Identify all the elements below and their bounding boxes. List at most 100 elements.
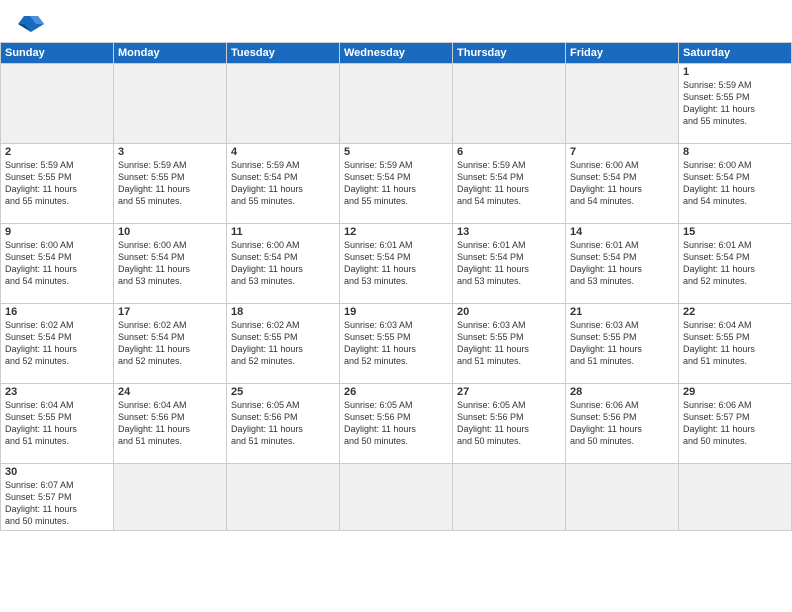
calendar-header-row: SundayMondayTuesdayWednesdayThursdayFrid… [1, 43, 792, 64]
calendar-cell [340, 464, 453, 531]
calendar-header-friday: Friday [566, 43, 679, 64]
calendar-cell [114, 464, 227, 531]
calendar-cell: 27Sunrise: 6:05 AM Sunset: 5:56 PM Dayli… [453, 384, 566, 464]
calendar-cell [114, 64, 227, 144]
day-number: 26 [344, 386, 448, 398]
logo [16, 12, 46, 34]
day-number: 27 [457, 386, 561, 398]
day-number: 4 [231, 146, 335, 158]
day-info: Sunrise: 6:00 AM Sunset: 5:54 PM Dayligh… [570, 159, 674, 208]
day-info: Sunrise: 6:00 AM Sunset: 5:54 PM Dayligh… [683, 159, 787, 208]
logo-icon [16, 12, 46, 34]
calendar-cell: 30Sunrise: 6:07 AM Sunset: 5:57 PM Dayli… [1, 464, 114, 531]
day-info: Sunrise: 6:06 AM Sunset: 5:56 PM Dayligh… [570, 399, 674, 448]
calendar-cell: 26Sunrise: 6:05 AM Sunset: 5:56 PM Dayli… [340, 384, 453, 464]
day-number: 5 [344, 146, 448, 158]
day-info: Sunrise: 6:02 AM Sunset: 5:55 PM Dayligh… [231, 319, 335, 368]
header [0, 0, 792, 42]
calendar-cell: 3Sunrise: 5:59 AM Sunset: 5:55 PM Daylig… [114, 144, 227, 224]
day-info: Sunrise: 6:00 AM Sunset: 5:54 PM Dayligh… [231, 239, 335, 288]
day-number: 23 [5, 386, 109, 398]
day-number: 1 [683, 66, 787, 78]
day-number: 14 [570, 226, 674, 238]
calendar-cell [679, 464, 792, 531]
calendar-table: SundayMondayTuesdayWednesdayThursdayFrid… [0, 42, 792, 531]
day-number: 28 [570, 386, 674, 398]
calendar-cell [227, 464, 340, 531]
calendar-cell: 1Sunrise: 5:59 AM Sunset: 5:55 PM Daylig… [679, 64, 792, 144]
day-info: Sunrise: 6:07 AM Sunset: 5:57 PM Dayligh… [5, 479, 109, 528]
day-number: 2 [5, 146, 109, 158]
day-number: 20 [457, 306, 561, 318]
calendar-cell [566, 464, 679, 531]
day-number: 25 [231, 386, 335, 398]
calendar-cell [453, 464, 566, 531]
calendar-cell: 21Sunrise: 6:03 AM Sunset: 5:55 PM Dayli… [566, 304, 679, 384]
day-info: Sunrise: 6:01 AM Sunset: 5:54 PM Dayligh… [570, 239, 674, 288]
calendar-cell: 15Sunrise: 6:01 AM Sunset: 5:54 PM Dayli… [679, 224, 792, 304]
calendar-cell: 28Sunrise: 6:06 AM Sunset: 5:56 PM Dayli… [566, 384, 679, 464]
calendar-cell: 19Sunrise: 6:03 AM Sunset: 5:55 PM Dayli… [340, 304, 453, 384]
calendar-cell: 25Sunrise: 6:05 AM Sunset: 5:56 PM Dayli… [227, 384, 340, 464]
day-info: Sunrise: 6:06 AM Sunset: 5:57 PM Dayligh… [683, 399, 787, 448]
day-info: Sunrise: 5:59 AM Sunset: 5:54 PM Dayligh… [231, 159, 335, 208]
day-number: 3 [118, 146, 222, 158]
calendar-cell: 20Sunrise: 6:03 AM Sunset: 5:55 PM Dayli… [453, 304, 566, 384]
day-number: 22 [683, 306, 787, 318]
day-number: 11 [231, 226, 335, 238]
calendar-cell: 13Sunrise: 6:01 AM Sunset: 5:54 PM Dayli… [453, 224, 566, 304]
calendar-cell [340, 64, 453, 144]
day-number: 18 [231, 306, 335, 318]
calendar-cell: 12Sunrise: 6:01 AM Sunset: 5:54 PM Dayli… [340, 224, 453, 304]
calendar-cell: 10Sunrise: 6:00 AM Sunset: 5:54 PM Dayli… [114, 224, 227, 304]
calendar-header-thursday: Thursday [453, 43, 566, 64]
day-number: 10 [118, 226, 222, 238]
calendar-cell: 4Sunrise: 5:59 AM Sunset: 5:54 PM Daylig… [227, 144, 340, 224]
calendar-header-saturday: Saturday [679, 43, 792, 64]
day-number: 29 [683, 386, 787, 398]
calendar-cell [453, 64, 566, 144]
day-info: Sunrise: 6:01 AM Sunset: 5:54 PM Dayligh… [344, 239, 448, 288]
calendar-header-monday: Monday [114, 43, 227, 64]
calendar-cell: 18Sunrise: 6:02 AM Sunset: 5:55 PM Dayli… [227, 304, 340, 384]
day-info: Sunrise: 6:02 AM Sunset: 5:54 PM Dayligh… [5, 319, 109, 368]
calendar-cell: 11Sunrise: 6:00 AM Sunset: 5:54 PM Dayli… [227, 224, 340, 304]
day-info: Sunrise: 5:59 AM Sunset: 5:54 PM Dayligh… [344, 159, 448, 208]
day-info: Sunrise: 6:03 AM Sunset: 5:55 PM Dayligh… [570, 319, 674, 368]
calendar-cell: 5Sunrise: 5:59 AM Sunset: 5:54 PM Daylig… [340, 144, 453, 224]
calendar-cell: 17Sunrise: 6:02 AM Sunset: 5:54 PM Dayli… [114, 304, 227, 384]
day-number: 8 [683, 146, 787, 158]
day-info: Sunrise: 6:05 AM Sunset: 5:56 PM Dayligh… [231, 399, 335, 448]
day-number: 7 [570, 146, 674, 158]
calendar-header-wednesday: Wednesday [340, 43, 453, 64]
calendar-cell: 6Sunrise: 5:59 AM Sunset: 5:54 PM Daylig… [453, 144, 566, 224]
day-number: 9 [5, 226, 109, 238]
day-info: Sunrise: 6:05 AM Sunset: 5:56 PM Dayligh… [457, 399, 561, 448]
calendar-cell: 29Sunrise: 6:06 AM Sunset: 5:57 PM Dayli… [679, 384, 792, 464]
calendar-cell: 22Sunrise: 6:04 AM Sunset: 5:55 PM Dayli… [679, 304, 792, 384]
day-info: Sunrise: 6:00 AM Sunset: 5:54 PM Dayligh… [5, 239, 109, 288]
day-info: Sunrise: 5:59 AM Sunset: 5:55 PM Dayligh… [5, 159, 109, 208]
day-number: 6 [457, 146, 561, 158]
day-info: Sunrise: 6:01 AM Sunset: 5:54 PM Dayligh… [683, 239, 787, 288]
day-info: Sunrise: 5:59 AM Sunset: 5:55 PM Dayligh… [118, 159, 222, 208]
day-info: Sunrise: 6:04 AM Sunset: 5:55 PM Dayligh… [683, 319, 787, 368]
calendar-cell [227, 64, 340, 144]
calendar-cell: 16Sunrise: 6:02 AM Sunset: 5:54 PM Dayli… [1, 304, 114, 384]
day-info: Sunrise: 6:03 AM Sunset: 5:55 PM Dayligh… [457, 319, 561, 368]
calendar-cell [566, 64, 679, 144]
day-number: 15 [683, 226, 787, 238]
day-info: Sunrise: 6:04 AM Sunset: 5:55 PM Dayligh… [5, 399, 109, 448]
calendar-header-sunday: Sunday [1, 43, 114, 64]
day-info: Sunrise: 6:05 AM Sunset: 5:56 PM Dayligh… [344, 399, 448, 448]
day-number: 30 [5, 466, 109, 478]
page-container: SundayMondayTuesdayWednesdayThursdayFrid… [0, 0, 792, 612]
day-info: Sunrise: 6:02 AM Sunset: 5:54 PM Dayligh… [118, 319, 222, 368]
calendar-header-tuesday: Tuesday [227, 43, 340, 64]
calendar-cell: 7Sunrise: 6:00 AM Sunset: 5:54 PM Daylig… [566, 144, 679, 224]
calendar-cell: 24Sunrise: 6:04 AM Sunset: 5:56 PM Dayli… [114, 384, 227, 464]
day-number: 24 [118, 386, 222, 398]
day-info: Sunrise: 5:59 AM Sunset: 5:55 PM Dayligh… [683, 79, 787, 128]
calendar-cell: 2Sunrise: 5:59 AM Sunset: 5:55 PM Daylig… [1, 144, 114, 224]
day-number: 16 [5, 306, 109, 318]
